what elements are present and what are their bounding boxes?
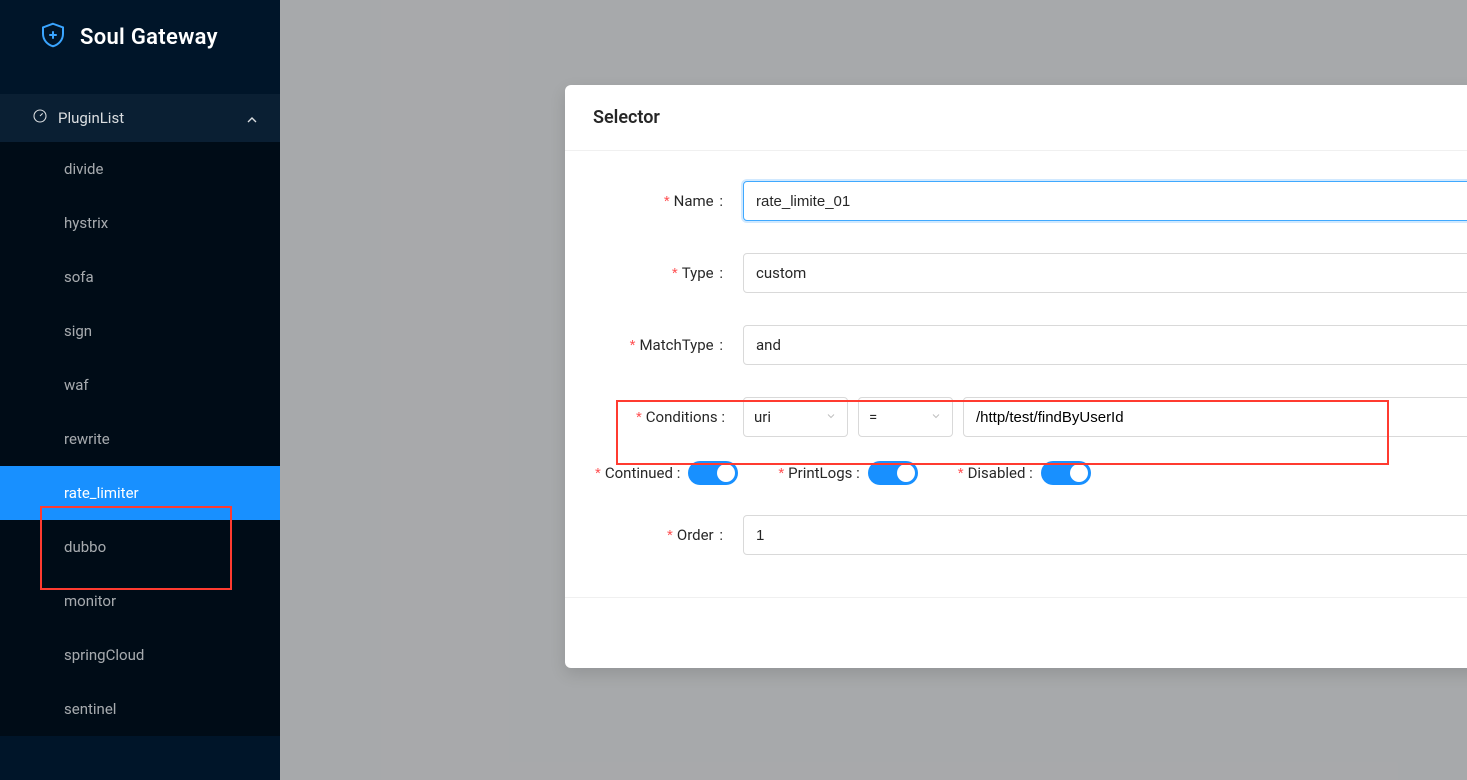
modal-footer: Cancel Sure <box>565 597 1467 668</box>
printlogs-toggle[interactable] <box>868 461 918 485</box>
label-type: *Type : <box>595 264 725 282</box>
name-input[interactable] <box>743 181 1467 221</box>
content-area: Selector *Name : *Type : custom <box>280 0 1467 780</box>
sidebar-item-springcloud[interactable]: springCloud <box>0 628 280 682</box>
sidebar-item-divide[interactable]: divide <box>0 142 280 196</box>
chevron-down-icon <box>930 408 942 426</box>
menu-group-label: PluginList <box>58 109 124 127</box>
label-order: *Order : <box>595 526 725 544</box>
continued-toggle[interactable] <box>688 461 738 485</box>
order-input[interactable] <box>743 515 1467 555</box>
modal-body: *Name : *Type : custom *MatchT <box>565 151 1467 597</box>
condition-field-select[interactable]: uri <box>743 397 848 437</box>
modal-header: Selector <box>565 85 1467 151</box>
brand-title: Soul Gateway <box>80 25 218 50</box>
sidebar-item-rewrite[interactable]: rewrite <box>0 412 280 466</box>
brand: Soul Gateway <box>0 0 280 74</box>
brand-shield-icon <box>38 20 68 54</box>
sidebar-item-waf[interactable]: waf <box>0 358 280 412</box>
dashboard-icon <box>32 108 48 128</box>
label-printlogs: *PrintLogs : <box>778 464 859 482</box>
label-matchtype: *MatchType : <box>595 336 725 354</box>
label-name: *Name : <box>595 192 725 210</box>
label-continued: *Continued : <box>595 464 680 482</box>
sidebar-item-monitor[interactable]: monitor <box>0 574 280 628</box>
sidebar-item-sign[interactable]: sign <box>0 304 280 358</box>
chevron-down-icon <box>825 408 837 426</box>
label-conditions: *Conditions : <box>595 408 725 426</box>
sidebar-menu: PluginList divide hystrix sofa sign waf … <box>0 94 280 736</box>
condition-operator-select[interactable]: = <box>858 397 953 437</box>
label-disabled: *Disabled : <box>958 464 1033 482</box>
type-select[interactable]: custom <box>743 253 1467 293</box>
sidebar-item-sentinel[interactable]: sentinel <box>0 682 280 736</box>
modal-title: Selector <box>593 107 660 128</box>
menu-group-pluginlist[interactable]: PluginList <box>0 94 280 142</box>
chevron-up-icon <box>244 112 256 124</box>
sidebar-item-rate-limiter[interactable]: rate_limiter <box>0 466 280 520</box>
matchtype-select[interactable]: and <box>743 325 1467 365</box>
sidebar-item-hystrix[interactable]: hystrix <box>0 196 280 250</box>
sidebar-item-dubbo[interactable]: dubbo <box>0 520 280 574</box>
sidebar: Soul Gateway PluginList divide hystrix <box>0 0 280 780</box>
disabled-toggle[interactable] <box>1041 461 1091 485</box>
condition-value-input[interactable] <box>963 397 1467 437</box>
sidebar-item-sofa[interactable]: sofa <box>0 250 280 304</box>
selector-modal: Selector *Name : *Type : custom <box>565 85 1467 668</box>
